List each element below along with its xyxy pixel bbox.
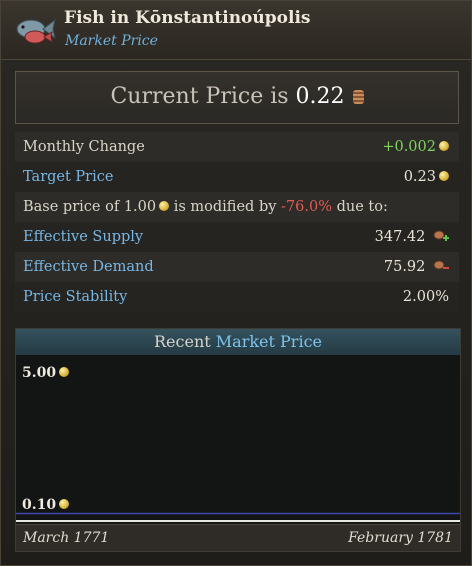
- chart-x-axis: March 1771 February 1781: [16, 524, 460, 551]
- x-start-label: March 1771: [23, 530, 110, 546]
- row-effective-demand: Effective Demand 75.92: [15, 252, 459, 282]
- row-monthly-change: Monthly Change +0.002: [15, 132, 459, 162]
- y-min-label: 0.10: [22, 497, 70, 513]
- row-base-price: Base price of 1.00 is modified by -76.0%…: [15, 192, 459, 222]
- chart-plot-area: 5.00 0.10: [16, 355, 460, 523]
- base-price-modifier: -76.0%: [281, 199, 333, 215]
- price-history-chart: Recent Market Price 5.00 0.10 March 1771…: [15, 328, 461, 552]
- coin-stack-icon: [352, 90, 364, 104]
- tooltip-title: Fish in Kōnstantinoúpolis: [64, 8, 311, 28]
- current-price-text: Current Price is 0.22: [16, 84, 458, 109]
- market-price-tooltip: Fish in Kōnstantinoúpolis Market Price C…: [0, 0, 472, 566]
- price-stability-label[interactable]: Price Stability: [23, 282, 127, 312]
- fish-icon: [16, 18, 56, 44]
- price-breakdown: Monthly Change +0.002 Target Price 0.23 …: [15, 132, 459, 312]
- chart-title: Recent Market Price: [16, 329, 460, 355]
- effective-demand-value: 75.92: [384, 252, 449, 282]
- x-end-label: February 1781: [348, 530, 453, 546]
- monthly-change-value: +0.002: [382, 132, 449, 162]
- monthly-change-label: Monthly Change: [23, 139, 145, 155]
- current-price-value: 0.22: [295, 84, 345, 109]
- effective-supply-label[interactable]: Effective Supply: [23, 222, 143, 252]
- ducat-icon: [59, 499, 70, 509]
- base-price-text: Base price of 1.00 is modified by -76.0%…: [23, 199, 388, 215]
- current-price-box: Current Price is 0.22: [15, 71, 459, 124]
- target-price-label[interactable]: Target Price: [23, 162, 113, 192]
- row-effective-supply: Effective Supply 347.42: [15, 222, 459, 252]
- price-stability-value: 2.00%: [402, 289, 449, 305]
- y-max-label: 5.00: [22, 365, 70, 381]
- row-target-price: Target Price 0.23: [15, 162, 459, 192]
- tooltip-subtitle[interactable]: Market Price: [65, 33, 158, 49]
- current-price-label: Current Price is: [110, 84, 289, 109]
- ducat-icon: [59, 367, 70, 377]
- ducat-icon: [439, 171, 449, 181]
- supply-icon: [433, 230, 449, 241]
- effective-supply-value: 347.42: [375, 222, 449, 252]
- ducat-icon: [439, 141, 449, 151]
- ducat-icon: [159, 201, 170, 211]
- demand-icon: [433, 260, 449, 270]
- target-price-value: 0.23: [404, 162, 449, 192]
- base-price-value: 1.00: [123, 199, 157, 215]
- effective-demand-label[interactable]: Effective Demand: [23, 252, 154, 282]
- row-price-stability: Price Stability 2.00%: [15, 282, 459, 312]
- chart-svg: [16, 512, 460, 522]
- header: Fish in Kōnstantinoúpolis Market Price: [1, 1, 471, 60]
